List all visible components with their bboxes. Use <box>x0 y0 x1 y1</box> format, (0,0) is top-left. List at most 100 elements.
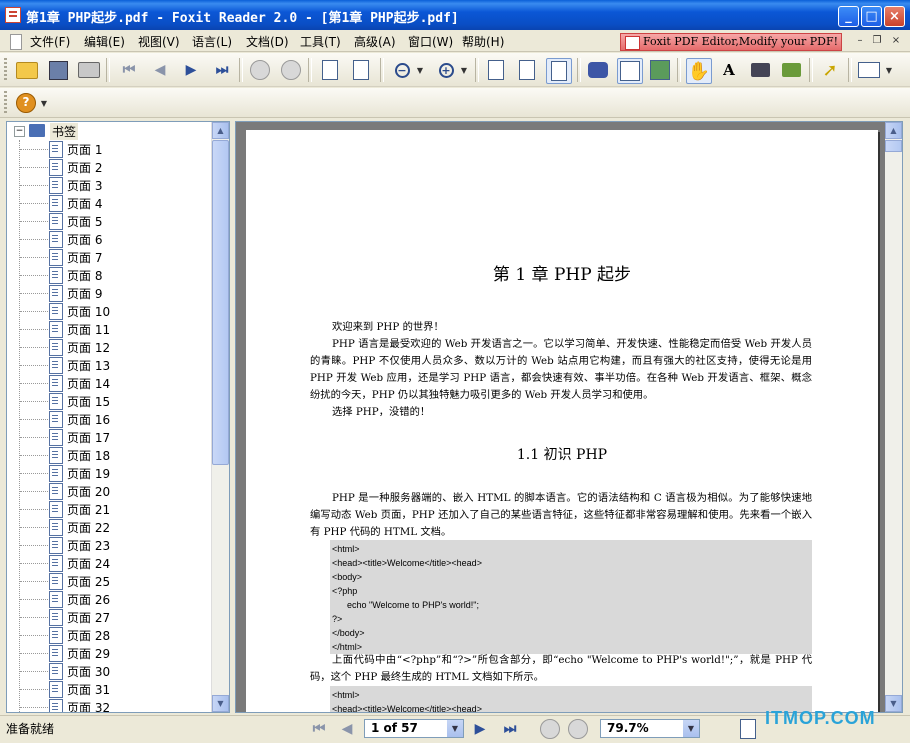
toolbar-grip[interactable] <box>4 91 7 115</box>
bookmark-item[interactable]: 页面 12 <box>7 338 214 356</box>
bookmark-item[interactable]: 页面 2 <box>7 158 214 176</box>
status-first-page-icon[interactable]: ⏮ <box>309 719 329 738</box>
scroll-up-icon[interactable]: ▲ <box>885 122 902 139</box>
document-scrollbar[interactable]: ▲ ▼ <box>885 122 902 712</box>
bookmark-item[interactable]: 页面 8 <box>7 266 214 284</box>
snapshot-camera-icon[interactable] <box>748 58 772 82</box>
minimize-button[interactable]: _ <box>838 6 859 27</box>
scroll-down-icon[interactable]: ▼ <box>212 695 229 712</box>
last-page-icon[interactable]: ⏭ <box>210 58 234 82</box>
bookmark-item[interactable]: 页面 16 <box>7 410 214 428</box>
menu-tools[interactable]: 工具(T) <box>300 33 341 50</box>
zoom-out-icon[interactable]: − <box>390 58 414 82</box>
bookmark-item[interactable]: 页面 25 <box>7 572 214 590</box>
bookmark-item[interactable]: 页面 28 <box>7 626 214 644</box>
status-back-icon[interactable] <box>540 718 560 739</box>
page-number-field[interactable]: 1 of 57 ▼ <box>364 719 464 738</box>
menu-help[interactable]: 帮助(H) <box>462 33 504 50</box>
mdi-close-button[interactable]: × <box>889 34 903 48</box>
status-forward-icon[interactable] <box>568 718 588 739</box>
find-binoculars-icon[interactable] <box>586 58 610 82</box>
bookmark-item[interactable]: 页面 7 <box>7 248 214 266</box>
bookmark-item[interactable]: 页面 19 <box>7 464 214 482</box>
toolbar-grip[interactable] <box>4 58 7 82</box>
menu-view[interactable]: 视图(V) <box>138 33 180 50</box>
fit-width-icon[interactable] <box>546 58 572 84</box>
scroll-up-icon[interactable]: ▲ <box>212 122 229 139</box>
page-dropdown-icon[interactable]: ▼ <box>447 720 463 737</box>
bookmark-item[interactable]: 页面 4 <box>7 194 214 212</box>
single-page-layout-icon[interactable] <box>738 718 758 739</box>
bookmark-item[interactable]: 页面 9 <box>7 284 214 302</box>
bookmark-item[interactable]: 页面 5 <box>7 212 214 230</box>
annotation-dropdown-icon[interactable]: ▼ <box>883 58 895 82</box>
zoom-in-icon[interactable]: + <box>434 58 458 82</box>
bookmark-item[interactable]: 页面 20 <box>7 482 214 500</box>
scroll-thumb[interactable] <box>885 140 902 152</box>
status-last-page-icon[interactable]: ⏭ <box>500 719 520 738</box>
bookmark-root-label[interactable]: 书签 <box>50 123 79 140</box>
bookmark-item[interactable]: 页面 17 <box>7 428 214 446</box>
hand-tool-icon[interactable]: ✋ <box>686 58 712 84</box>
bookmark-item[interactable]: 页面 24 <box>7 554 214 572</box>
bookmark-item[interactable]: 页面 22 <box>7 518 214 536</box>
document-view[interactable]: 第 1 章 PHP 起步 欢迎来到 PHP 的世界！ PHP 语言是最受欢迎的 … <box>235 121 903 713</box>
next-page-icon[interactable]: ▶ <box>179 58 203 82</box>
menu-document[interactable]: 文档(D) <box>246 33 289 50</box>
back-view-icon[interactable] <box>248 58 272 82</box>
foxit-app-icon[interactable] <box>5 7 21 23</box>
collapse-toggle-icon[interactable]: − <box>14 126 25 137</box>
scroll-thumb[interactable] <box>212 140 229 465</box>
close-button[interactable]: × <box>884 6 905 27</box>
zoom-in-dropdown-icon[interactable]: ▼ <box>458 58 470 82</box>
bookmarks-panel-icon[interactable] <box>617 58 643 84</box>
bookmark-item[interactable]: 页面 32 <box>7 698 214 712</box>
menu-file[interactable]: 文件(F) <box>30 33 70 50</box>
help-dropdown-icon[interactable]: ▼ <box>38 91 50 115</box>
bookmark-item[interactable]: 页面 23 <box>7 536 214 554</box>
bookmark-item[interactable]: 页面 27 <box>7 608 214 626</box>
bookmark-item[interactable]: 页面 21 <box>7 500 214 518</box>
select-text-icon[interactable]: A <box>717 58 741 82</box>
menu-window[interactable]: 窗口(W) <box>408 33 453 50</box>
maximize-button[interactable]: □ <box>861 6 882 27</box>
zoom-out-dropdown-icon[interactable]: ▼ <box>414 58 426 82</box>
previous-page-icon[interactable]: ◀ <box>148 58 172 82</box>
annotation-tool-icon[interactable] <box>857 58 881 82</box>
bookmark-root[interactable]: − 书签 <box>7 122 214 140</box>
document-menu-icon[interactable] <box>10 34 22 50</box>
bookmark-item[interactable]: 页面 29 <box>7 644 214 662</box>
menu-edit[interactable]: 编辑(E) <box>84 33 125 50</box>
fit-page-icon[interactable] <box>515 58 539 82</box>
full-screen-icon[interactable] <box>648 58 672 82</box>
help-icon[interactable]: ? <box>14 91 38 115</box>
status-previous-page-icon[interactable]: ◀ <box>337 719 357 738</box>
first-page-icon[interactable]: ⏮ <box>117 58 141 82</box>
bookmark-item[interactable]: 页面 13 <box>7 356 214 374</box>
open-folder-icon[interactable] <box>15 58 39 82</box>
rotate-right-icon[interactable] <box>349 58 373 82</box>
menu-advanced[interactable]: 高级(A) <box>354 33 396 50</box>
bookmark-item[interactable]: 页面 1 <box>7 140 214 158</box>
forward-view-icon[interactable] <box>279 58 303 82</box>
select-arrow-icon[interactable]: ➚ <box>818 58 842 82</box>
bookmark-item[interactable]: 页面 15 <box>7 392 214 410</box>
scroll-down-icon[interactable]: ▼ <box>885 695 902 712</box>
bookmark-item[interactable]: 页面 30 <box>7 662 214 680</box>
bookmark-panel[interactable]: − 书签 页面 1 页面 2 页面 3 页面 4 页面 5 页面 6 页面 7 页面 8 页面 … <box>6 121 230 713</box>
zoom-level-field[interactable]: 79.7% ▼ <box>600 719 700 738</box>
print-icon[interactable] <box>77 58 101 82</box>
pdf-page[interactable]: 第 1 章 PHP 起步 欢迎来到 PHP 的世界！ PHP 语言是最受欢迎的 … <box>246 130 878 712</box>
mdi-minimize-button[interactable]: – <box>853 34 867 48</box>
bookmark-item[interactable]: 页面 11 <box>7 320 214 338</box>
status-next-page-icon[interactable]: ▶ <box>470 719 490 738</box>
bookmark-item[interactable]: 页面 26 <box>7 590 214 608</box>
zoom-dropdown-icon[interactable]: ▼ <box>683 720 699 737</box>
editor-promo-banner[interactable]: Foxit PDF Editor,Modify your PDF! <box>620 33 842 51</box>
bookmark-scrollbar[interactable]: ▲ ▼ <box>211 122 229 712</box>
bookmark-item[interactable]: 页面 3 <box>7 176 214 194</box>
bookmark-item[interactable]: 页面 18 <box>7 446 214 464</box>
bookmark-item[interactable]: 页面 6 <box>7 230 214 248</box>
actual-size-icon[interactable] <box>484 58 508 82</box>
menu-language[interactable]: 语言(L) <box>192 33 232 50</box>
